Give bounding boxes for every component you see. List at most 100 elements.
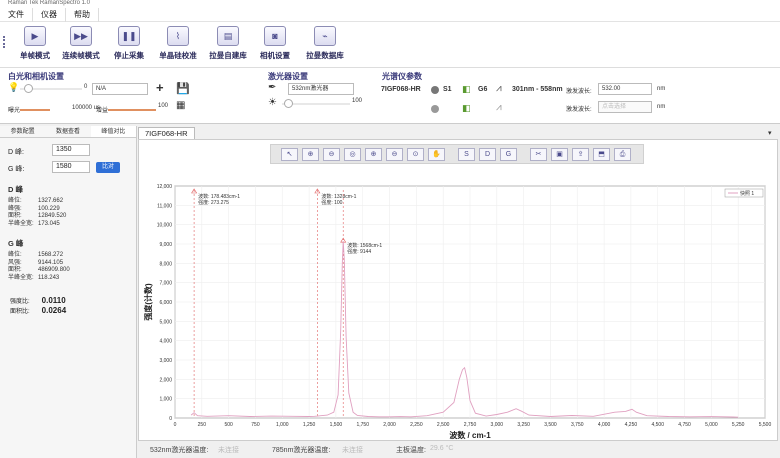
silicon-calibration-button[interactable]: ⌇ 单晶硅校准 [153,26,203,66]
x-tick-label: 3,750 [571,422,584,428]
x-tick-label: 1,750 [356,422,369,428]
left-panel: 参数配置 数据查看 峰值对比 D 峰: 1350 G 峰: 1580 比对 D … [0,126,137,458]
wavelength-unit-2: nm [657,104,666,110]
s1-label: S1 [443,86,452,93]
tab-dropdown-icon[interactable]: ▾ [768,129,772,137]
zoom-fit-icon[interactable]: ⊙ [407,147,424,161]
y-tick-label: 12,000 [157,184,173,190]
menu-help[interactable]: 帮助 [66,7,99,22]
excitation-wavelength-label: 激发波长: [566,89,592,95]
x-tick-label: 1,250 [303,422,316,428]
y-tick-label: 10,000 [157,223,173,229]
document-tab[interactable]: 7IGF068-HR [138,127,195,139]
x-tick-label: 2,750 [464,422,477,428]
g-peak-input[interactable]: 1580 [52,161,90,173]
plot-area: 0 250 500 750 1,000 1,250 1,500 1,750 2,000 2,250… [138,139,778,441]
raman-library-build-button[interactable]: ▤ 拉曼自建库 [203,26,253,66]
pan-icon[interactable]: ✋ [428,147,445,161]
x-tick-label: 4,250 [625,422,638,428]
s-icon[interactable]: S [458,147,475,161]
camera-settings-button[interactable]: ◙ 相机设置 [250,26,300,66]
x-tick-label: 4,500 [651,422,664,428]
grating-icon: ◧ [462,84,471,94]
laser-title: 激光器设置 [268,72,308,81]
spectrum-chart[interactable]: 0 250 500 750 1,000 1,250 1,500 1,750 2,000 2,250… [139,140,779,442]
status-dot-2 [431,105,439,113]
raman-database-button[interactable]: ⌁ 拉曼数据库 [300,26,350,66]
pointer-icon[interactable]: ↖ [281,147,298,161]
y-tick-label: 3,000 [159,358,172,364]
annotation-label: 波数: 1568cm-1 [347,242,382,249]
y-tick-label: 9,000 [159,242,172,248]
d-peak-label: D 峰: [8,149,24,156]
g-peak-block: G 峰 峰位: 1568.272 风强: 9144.105 面积: 486909.80… [8,239,70,281]
annotation-label: 波数: 178.483cm-1 [198,193,240,200]
x-tick-label: 2,250 [410,422,423,428]
brightness-value: 0 [84,84,88,90]
exposure-slider[interactable] [20,109,50,111]
main-toolbar: ▶ 单帧模式 ▶▶ 连续帧模式 ❚❚ 停止采集 ⌇ 单晶硅校准 ▤ 拉曼自建库 … [0,22,780,68]
x-tick-label: 1,000 [276,422,289,428]
laser-select[interactable]: 532nm激光器 [288,83,354,95]
x-tick-label: 1,500 [330,422,343,428]
g6-label: G6 [478,86,488,93]
x-tick-label: 3,250 [517,422,530,428]
single-frame-button[interactable]: ▶ 单帧模式 [10,26,60,66]
y-tick-label: 7,000 [159,281,172,287]
excitation-wavelength-select-2[interactable]: 点击选择 [598,101,652,113]
g-icon[interactable]: G [500,147,517,161]
x-tick-label: 3,500 [544,422,557,428]
library-build-icon: ▤ [217,26,239,46]
pause-icon: ❚❚ [118,26,140,46]
add-icon[interactable]: + [156,80,164,95]
target-icon[interactable]: ◎ [344,147,361,161]
white-light-title: 白光和相机设置 [8,72,64,81]
cut-icon[interactable]: ✂ [530,147,547,161]
y-tick-label: 11,000 [157,203,172,209]
excitation-wavelength-label-2: 激发波长: [566,107,592,113]
bulb-icon: 💡 [8,82,20,92]
white-light-mode-select[interactable]: N/A [92,83,148,95]
laser-power-knob[interactable] [284,99,293,108]
zoom-in-icon[interactable]: ⊕ [302,147,319,161]
annotation-label: 强度: 273.275 [198,199,229,206]
annotation-label: 波数: 1328cm-1 [321,193,356,200]
x-tick-label: 500 [224,422,233,428]
y-tick-label: 0 [169,416,172,422]
tab-parameters[interactable]: 参数配置 [0,126,45,137]
lock-icon[interactable]: ▣ [551,147,568,161]
toolbar-grip[interactable] [3,36,6,48]
zoom-y-icon[interactable]: ⊖ [386,147,403,161]
database-icon: ⌁ [314,26,336,46]
menu-bar: 文件 仪器 帮助 [0,7,780,22]
save-icon[interactable]: 💾 [176,82,190,95]
grid-icon[interactable]: ▦ [176,100,185,111]
laser532-temp-label: 532nm激光器温度: [150,447,209,454]
laser785-temp-label: 785nm激光器温度: [272,447,331,454]
export-icon[interactable]: ⇪ [572,147,589,161]
excitation-wavelength-select[interactable]: 532.00 [598,83,652,95]
intensity-ratio: 强度比: 0.0110 [10,296,66,305]
gain-slider[interactable] [108,109,156,111]
g-peak-label: G 峰: [8,166,25,173]
tab-peak-compare[interactable]: 峰值对比 [90,126,136,137]
camera-icon: ◙ [264,26,286,46]
compare-button[interactable]: 比对 [96,162,120,173]
spectrum-icon: ⩘ [496,83,502,94]
x-tick-label: 750 [251,422,260,428]
x-tick-label: 3,000 [491,422,504,428]
print-icon[interactable]: ⎙ [614,147,631,161]
stop-acquisition-button[interactable]: ❚❚ 停止采集 [104,26,154,66]
zoom-out-icon[interactable]: ⊖ [323,147,340,161]
d-icon[interactable]: D [479,147,496,161]
menu-file[interactable]: 文件 [0,7,33,22]
zoom-x-icon[interactable]: ⊕ [365,147,382,161]
d-peak-input[interactable]: 1350 [52,144,90,156]
tab-data-view[interactable]: 数据查看 [45,126,90,137]
continuous-frame-button[interactable]: ▶▶ 连续帧模式 [56,26,106,66]
x-tick-label: 2,000 [383,422,396,428]
spectrometer-model: 7IGF068-HR [381,86,421,93]
brightness-knob[interactable] [24,84,33,93]
menu-instrument[interactable]: 仪器 [33,7,66,22]
save-icon[interactable]: ⬒ [593,147,610,161]
